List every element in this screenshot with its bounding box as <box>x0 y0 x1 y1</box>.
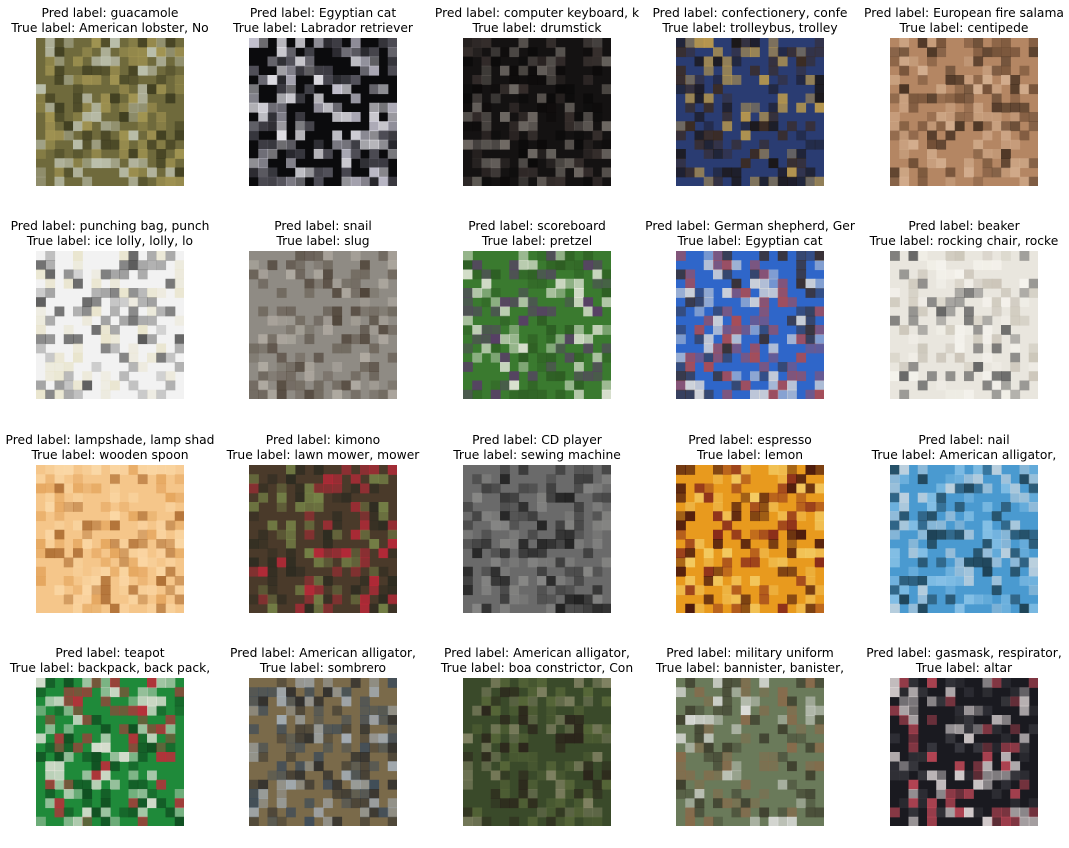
prediction-cell: Pred label: computer keyboard, k True lab… <box>430 0 644 208</box>
prediction-cell: Pred label: guacamole True label: America… <box>3 0 217 208</box>
black-sewing-machine-image <box>463 465 611 613</box>
sombrero-on-rocks-image <box>249 678 397 826</box>
pred-label: Pred label: computer keyboard, k <box>434 6 640 20</box>
pred-label: Pred label: American alligator, <box>444 646 630 660</box>
prediction-cell: Pred label: nail True label: American all… <box>857 427 1069 635</box>
prediction-cell: Pred label: German shepherd, Ger True lab… <box>643 213 857 421</box>
blue-water-scene-image <box>890 465 1038 613</box>
prediction-cell: Pred label: American alligator, True labe… <box>430 640 644 848</box>
pred-label: Pred label: teapot <box>55 646 165 660</box>
true-label: True label: sewing machine <box>453 448 621 462</box>
wooden-spoon-image <box>36 465 184 613</box>
pred-label: Pred label: scoreboard <box>468 219 606 233</box>
skateboarder-stairs-image <box>676 678 824 826</box>
pred-label: Pred label: European fire salama <box>864 6 1064 20</box>
pred-label: Pred label: CD player <box>472 433 602 447</box>
true-label: True label: pretzel <box>481 234 593 248</box>
true-label: True label: ice lolly, lolly, lo <box>26 234 194 248</box>
pred-label: Pred label: nail <box>918 433 1010 447</box>
pred-label: Pred label: lampshade, lamp shad <box>5 433 215 447</box>
true-label: True label: rocking chair, rocke <box>869 234 1059 248</box>
prediction-cell: Pred label: punching bag, punch True labe… <box>3 213 217 421</box>
prediction-cell: Pred label: European fire salama True lab… <box>857 0 1069 208</box>
porch-chairs-image <box>890 251 1038 399</box>
prediction-cell: Pred label: American alligator, True labe… <box>216 640 430 848</box>
grassy-ravine-image <box>36 38 184 186</box>
true-label: True label: altar <box>915 661 1013 675</box>
brown-reptile-image <box>890 38 1038 186</box>
pred-label: Pred label: snail <box>274 219 372 233</box>
pretzel-bag-image <box>463 251 611 399</box>
pred-label: Pred label: military uniform <box>666 646 834 660</box>
pred-label: Pred label: Egyptian cat <box>249 6 397 20</box>
true-label: True label: bannister, banister, <box>655 661 845 675</box>
prediction-cell: Pred label: teapot True label: backpack, … <box>3 640 217 848</box>
true-label: True label: backpack, back pack, <box>9 661 211 675</box>
pred-label: Pred label: German shepherd, Ger <box>645 219 855 233</box>
true-label: True label: wooden spoon <box>31 448 189 462</box>
person-gardening-image <box>249 465 397 613</box>
true-label: True label: trolleybus, trolley <box>662 21 838 35</box>
true-label: True label: Labrador retriever <box>232 21 413 35</box>
pred-label: Pred label: guacamole <box>41 6 179 20</box>
true-label: True label: drumstick <box>472 21 602 35</box>
true-label: True label: boa constrictor, Con <box>440 661 634 675</box>
prediction-cell: Pred label: CD player True label: sewing … <box>430 427 644 635</box>
prediction-cell: Pred label: lampshade, lamp shad True lab… <box>3 427 217 635</box>
lemon-book-cover-image <box>676 465 824 613</box>
prediction-cell: Pred label: snail True label: slug <box>216 213 430 421</box>
pred-label: Pred label: kimono <box>265 433 381 447</box>
popsicle-window-image <box>36 251 184 399</box>
dog-in-dark-circle-image <box>249 38 397 186</box>
prediction-cell: Pred label: beaker True label: rocking ch… <box>857 213 1069 421</box>
true-label: True label: centipede <box>899 21 1029 35</box>
pred-label: Pred label: punching bag, punch <box>10 219 210 233</box>
slug-on-concrete-image <box>249 251 397 399</box>
snake-in-tree-image <box>463 678 611 826</box>
pred-label: Pred label: beaker <box>908 219 1020 233</box>
pred-label: Pred label: American alligator, <box>230 646 416 660</box>
prediction-cell: Pred label: scoreboard True label: pretze… <box>430 213 644 421</box>
pred-label: Pred label: confectionery, confe <box>652 6 848 20</box>
prediction-cell: Pred label: kimono True label: lawn mower… <box>216 427 430 635</box>
prediction-cell: Pred label: military uniform True label: … <box>643 640 857 848</box>
pred-label: Pred label: espresso <box>688 433 812 447</box>
true-label: True label: American alligator, <box>871 448 1057 462</box>
prediction-cell: Pred label: Egyptian cat True label: Labr… <box>216 0 430 208</box>
true-label: True label: Egyptian cat <box>677 234 823 248</box>
prediction-cell: Pred label: gasmask, respirator, True lab… <box>857 640 1069 848</box>
dark-church-altar-image <box>890 678 1038 826</box>
prediction-cell: Pred label: espresso True label: lemon <box>643 427 857 635</box>
green-frog-backpack-image <box>36 678 184 826</box>
cat-on-blue-image <box>676 251 824 399</box>
true-label: True label: slug <box>276 234 370 248</box>
true-label: True label: lemon <box>696 448 804 462</box>
true-label: True label: American lobster, No <box>11 21 209 35</box>
prediction-cell: Pred label: confectionery, confe True lab… <box>643 0 857 208</box>
yellow-bus-night-image <box>676 38 824 186</box>
pred-label: Pred label: gasmask, respirator, <box>866 646 1062 660</box>
dark-drum-kit-image <box>463 38 611 186</box>
true-label: True label: sombrero <box>259 661 387 675</box>
true-label: True label: lawn mower, mower <box>226 448 420 462</box>
